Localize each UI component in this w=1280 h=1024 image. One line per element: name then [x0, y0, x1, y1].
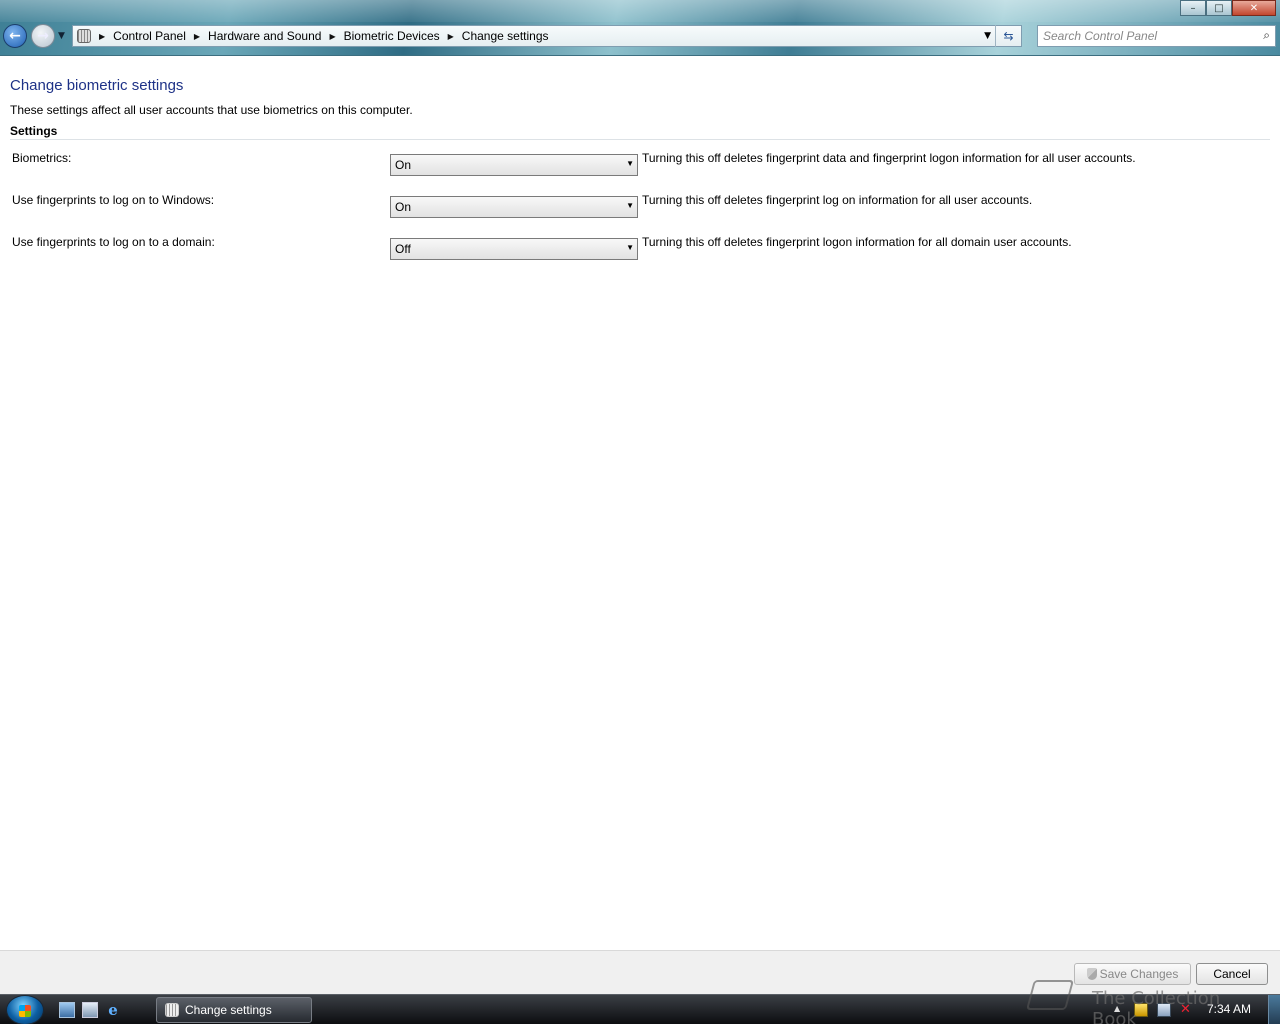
address-bar[interactable]: ▶ Control Panel ▶ Hardware and Sound ▶ B… [72, 25, 1022, 47]
domain-logon-select[interactable]: Off ▼ [390, 238, 638, 260]
search-input[interactable]: Search Control Panel ⌕ [1037, 25, 1276, 47]
save-changes-button[interactable]: Save Changes [1074, 963, 1191, 985]
breadcrumb-separator-icon[interactable]: ▶ [448, 32, 454, 41]
internet-explorer-icon[interactable]: e [105, 1002, 121, 1018]
right-arrow-icon: → [37, 28, 49, 44]
window-controls: – □ ✕ [1180, 0, 1276, 16]
show-desktop-icon[interactable] [59, 1002, 75, 1018]
system-tray: ▲ ✕ 7:34 AM [1110, 995, 1280, 1024]
footer-bar: Save Changes Cancel [0, 950, 1280, 994]
breadcrumb-separator-icon[interactable]: ▶ [329, 32, 335, 41]
refresh-button[interactable]: ⇆ [995, 25, 1021, 47]
setting-label: Use fingerprints to log on to a domain: [12, 235, 215, 249]
breadcrumb-change-settings[interactable]: Change settings [462, 29, 549, 43]
section-divider [10, 139, 1270, 140]
switch-windows-icon[interactable] [82, 1002, 98, 1018]
show-hidden-icons-icon[interactable]: ▲ [1114, 1004, 1120, 1013]
glass-sheen [0, 0, 1280, 22]
breadcrumb-separator-icon[interactable]: ▶ [194, 32, 200, 41]
breadcrumb-separator-icon[interactable]: ▶ [99, 32, 105, 41]
back-button[interactable]: ← [3, 24, 27, 48]
breadcrumb-biometric-devices[interactable]: Biometric Devices [344, 29, 440, 43]
select-value: Off [395, 242, 411, 256]
forward-button[interactable]: → [31, 24, 55, 48]
security-warning-icon[interactable] [1134, 1003, 1148, 1017]
fingerprint-icon [77, 29, 91, 43]
page-description: These settings affect all user accounts … [10, 103, 413, 117]
chevron-down-icon: ▼ [626, 243, 634, 252]
show-desktop-button[interactable] [1268, 995, 1280, 1024]
windows-logon-select[interactable]: On ▼ [390, 196, 638, 218]
network-icon[interactable] [1157, 1003, 1171, 1017]
cancel-button[interactable]: Cancel [1196, 963, 1268, 985]
setting-row-biometrics: Biometrics: On ▼ Turning this off delete… [12, 151, 1262, 177]
shield-icon [1086, 968, 1097, 980]
biometrics-select[interactable]: On ▼ [390, 154, 638, 176]
start-button[interactable] [6, 995, 44, 1024]
window-chrome: – □ ✕ ← → ▼ ▶ Control Panel ▶ Hardware a… [0, 0, 1280, 56]
breadcrumb-hardware-and-sound[interactable]: Hardware and Sound [208, 29, 321, 43]
setting-row-windows-logon: Use fingerprints to log on to Windows: O… [12, 193, 1262, 219]
taskbar-window-button[interactable]: Change settings [156, 997, 312, 1023]
taskbar: e Change settings ▲ ✕ 7:34 AM [0, 994, 1280, 1024]
select-value: On [395, 158, 412, 172]
setting-note: Turning this off deletes fingerprint log… [642, 193, 1033, 207]
setting-note: Turning this off deletes fingerprint dat… [642, 151, 1136, 165]
setting-row-domain-logon: Use fingerprints to log on to a domain: … [12, 235, 1262, 261]
section-header: Settings [10, 124, 58, 138]
maximize-button[interactable]: □ [1206, 0, 1232, 16]
address-history-dropdown-icon[interactable]: ▼ [984, 31, 991, 41]
minimize-button[interactable]: – [1180, 0, 1206, 16]
page-title: Change biometric settings [10, 77, 184, 94]
taskbar-window-label: Change settings [185, 1003, 272, 1017]
clock[interactable]: 7:34 AM [1207, 1002, 1251, 1016]
volume-muted-icon[interactable]: ✕ [1180, 1003, 1194, 1017]
select-value: On [395, 200, 412, 214]
content-area: Change biometric settings These settings… [0, 57, 1280, 950]
search-icon[interactable]: ⌕ [1263, 28, 1270, 43]
left-arrow-icon: ← [9, 28, 21, 44]
setting-label: Use fingerprints to log on to Windows: [12, 193, 215, 207]
setting-note: Turning this off deletes fingerprint log… [642, 235, 1072, 249]
save-label: Save Changes [1099, 967, 1179, 981]
breadcrumb-control-panel[interactable]: Control Panel [113, 29, 186, 43]
refresh-icon: ⇆ [1003, 29, 1014, 43]
setting-label: Biometrics: [12, 151, 72, 165]
chevron-down-icon: ▼ [626, 201, 634, 210]
chevron-down-icon: ▼ [626, 159, 634, 168]
close-button[interactable]: ✕ [1232, 0, 1276, 16]
search-placeholder: Search Control Panel [1043, 29, 1158, 43]
recent-pages-dropdown-icon[interactable]: ▼ [58, 31, 65, 41]
fingerprint-icon [165, 1003, 179, 1017]
